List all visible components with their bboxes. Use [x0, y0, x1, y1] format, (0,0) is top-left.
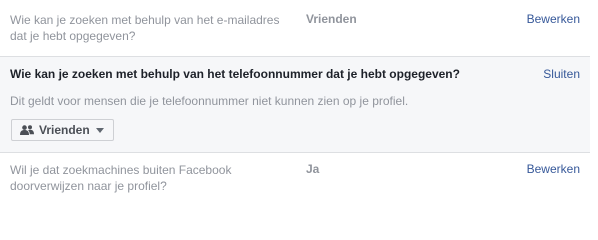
- privacy-settings-list: Wie kan je zoeken met behulp van het e-m…: [0, 0, 590, 202]
- edit-link[interactable]: Bewerken: [527, 12, 580, 26]
- audience-label: Vrienden: [39, 123, 90, 137]
- setting-value: Ja: [306, 162, 320, 176]
- setting-question: Wil je dat zoekmachines buiten Facebook …: [10, 163, 232, 193]
- close-link[interactable]: Sluiten: [543, 67, 580, 81]
- setting-value: Vrienden: [306, 12, 357, 26]
- setting-question: Wie kan je zoeken met behulp van het e-m…: [10, 13, 280, 43]
- setting-question: Wie kan je zoeken met behulp van het tel…: [10, 67, 460, 81]
- caret-down-icon: [95, 127, 104, 133]
- edit-link[interactable]: Bewerken: [527, 162, 580, 176]
- setting-row-search-engines: Wil je dat zoekmachines buiten Facebook …: [0, 153, 590, 202]
- setting-row-phone-search: Wie kan je zoeken met behulp van het tel…: [0, 57, 590, 153]
- setting-row-email-search: Wie kan je zoeken met behulp van het e-m…: [0, 0, 590, 57]
- setting-description: Dit geldt voor mensen die je telefoonnum…: [10, 94, 409, 108]
- audience-selector-button[interactable]: Vrienden: [11, 119, 114, 141]
- friends-icon: [20, 125, 34, 135]
